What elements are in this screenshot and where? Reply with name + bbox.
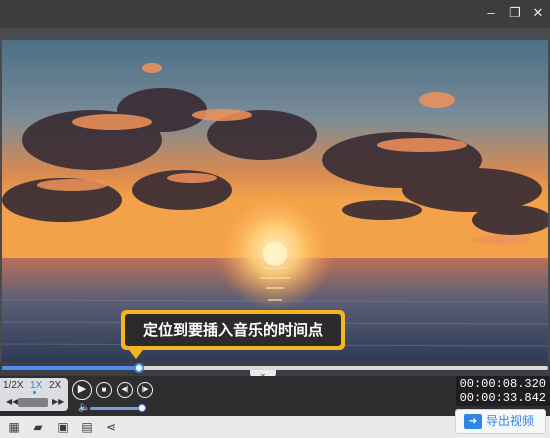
play-button[interactable]: ▶ [72,380,92,400]
volume-icon[interactable]: 🔈 [78,402,90,414]
export-video-label: 导出视频 [486,414,535,428]
open-folder-icon[interactable]: ▰ [30,419,46,435]
tooltip-arrow [129,350,143,359]
speed-panel: 1/2X 1X 2X ◀◀ ▶▶ [0,378,68,411]
volume-slider[interactable] [90,407,142,410]
stop-icon: ■ [101,385,107,394]
speed-slider[interactable] [18,398,48,407]
play-icon: ▶ [77,383,87,395]
next-frame-icon: |▶ [141,386,149,393]
export-icon: ➜ [464,414,482,429]
minimize-button[interactable]: – [482,4,500,22]
save-as-icon[interactable]: ▤ [79,419,95,435]
fast-forward-icon[interactable]: ▶▶ [52,396,64,408]
speed-half[interactable]: 1/2X [3,380,24,391]
restore-button[interactable]: ❐ [506,4,524,22]
timeline-playhead[interactable] [134,363,144,373]
share-icon[interactable]: ⋖ [103,419,119,435]
stop-button[interactable]: ■ [96,382,112,398]
save-icon[interactable]: ▣ [55,419,71,435]
previous-frame-icon: ◀| [121,386,129,393]
next-frame-button[interactable]: |▶ [137,382,153,398]
title-bar: – ❐ ✕ [0,0,550,28]
speed-selected-indicator [33,391,36,394]
speed-double[interactable]: 2X [49,380,61,391]
tooltip-text: 定位到要插入音乐的时间点 [125,314,341,346]
tooltip-callout: 定位到要插入音乐的时间点 [121,310,345,350]
rewind-icon[interactable]: ◀◀ [6,396,18,408]
subtitle-icon[interactable]: ▦ [6,419,22,435]
total-time: 00:00:33.842 [459,391,546,405]
timeline-progress [2,366,139,370]
previous-frame-button[interactable]: ◀| [117,382,133,398]
current-time: 00:00:08.320 [459,377,546,391]
speed-normal[interactable]: 1X [30,380,42,391]
export-video-button[interactable]: ➜ 导出视频 [455,409,546,434]
volume-knob[interactable] [138,404,146,412]
time-display: 00:00:08.320 00:00:33.842 [456,376,550,406]
video-editor-window: – ❐ ✕ 定位到要插入音乐的时间点 ⌄ 1/2X 1X 2X ◀◀ ▶▶ ▶ … [0,0,550,438]
close-button[interactable]: ✕ [529,4,547,22]
